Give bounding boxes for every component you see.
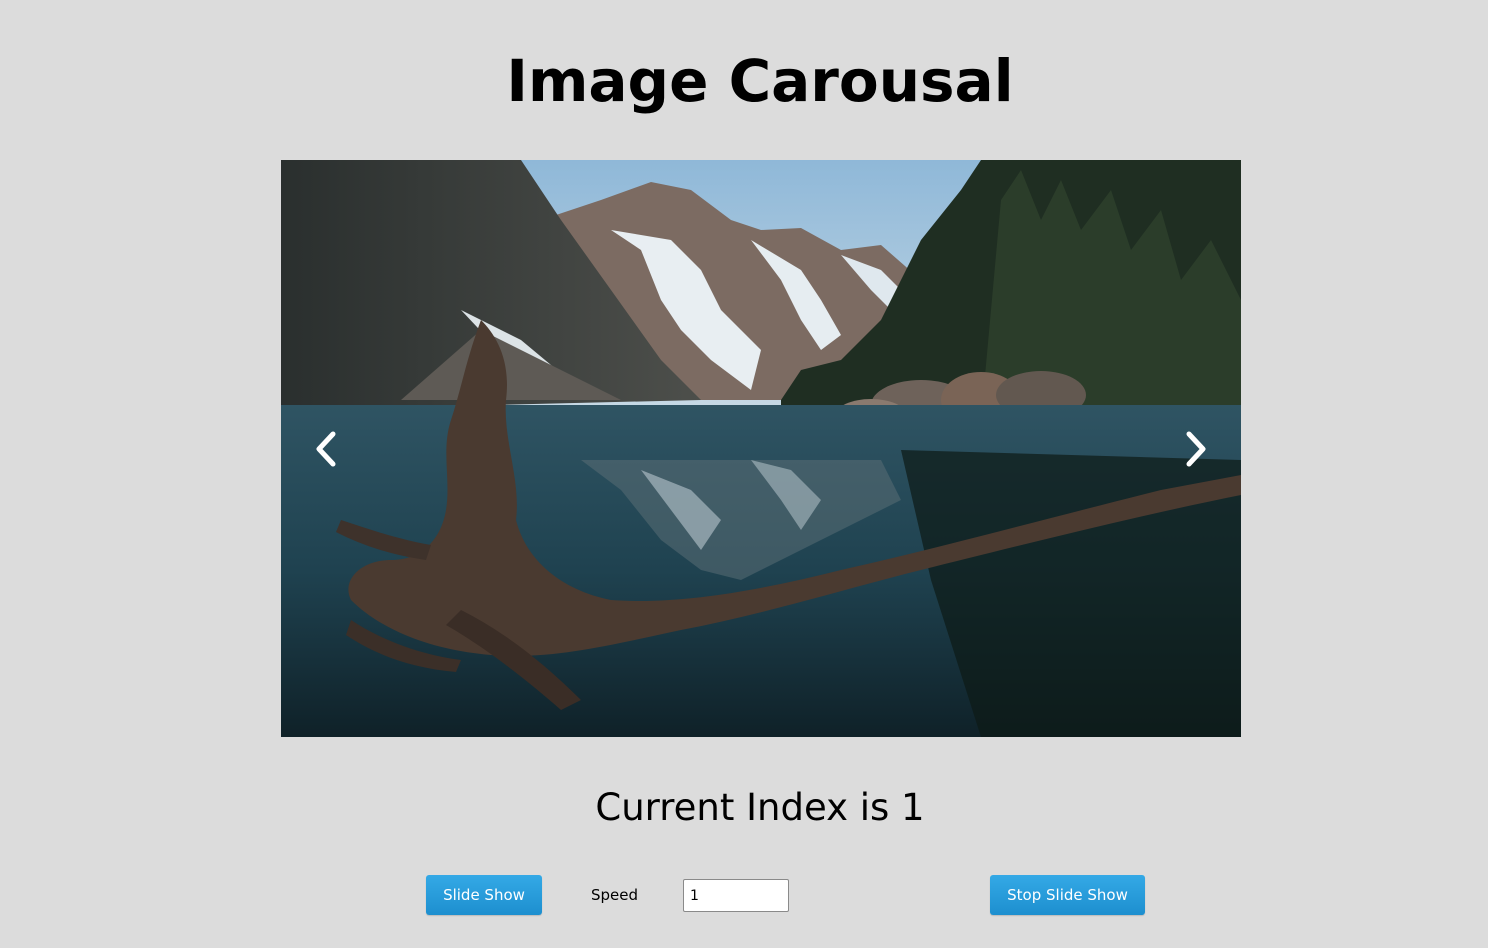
prev-slide-button[interactable]: [307, 428, 347, 470]
speed-label: Speed: [591, 886, 639, 904]
chevron-right-icon: [1186, 431, 1206, 467]
chevron-left-icon: [316, 431, 336, 467]
carousel-image: [281, 160, 1241, 737]
slide-show-button[interactable]: Slide Show: [426, 875, 542, 915]
speed-input[interactable]: [683, 879, 789, 912]
image-carousel: [281, 160, 1241, 737]
page-title: Image Carousal: [506, 47, 1014, 115]
stop-slide-show-button[interactable]: Stop Slide Show: [990, 875, 1145, 915]
current-index-text: Current Index is 1: [595, 786, 925, 829]
page: Image Carousal Current Index is 1 Slide …: [0, 0, 1488, 948]
next-slide-button[interactable]: [1175, 428, 1215, 470]
